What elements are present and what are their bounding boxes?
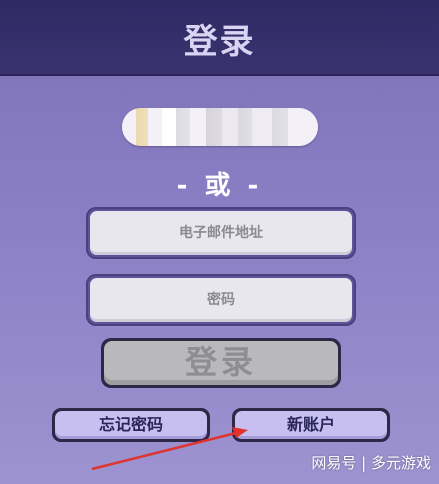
- email-field[interactable]: [90, 211, 352, 255]
- header-bar: 登录: [0, 0, 439, 76]
- login-button[interactable]: 登录: [101, 338, 341, 388]
- forgot-password-label: 忘记密码: [55, 411, 207, 439]
- password-field[interactable]: [90, 278, 352, 322]
- login-button-label: 登录: [104, 341, 338, 385]
- blurred-social-login-icons: [122, 108, 318, 146]
- email-field-frame: [86, 207, 356, 259]
- new-account-label: 新账户: [235, 411, 387, 439]
- password-field-frame: [86, 274, 356, 326]
- page-title: 登录: [183, 22, 256, 62]
- watermark: 网易号 | 多元游戏: [311, 454, 431, 472]
- social-login-button[interactable]: [122, 108, 318, 146]
- new-account-button[interactable]: 新账户: [232, 408, 390, 442]
- forgot-password-button[interactable]: 忘记密码: [52, 408, 210, 442]
- or-divider: - 或 -: [176, 171, 263, 201]
